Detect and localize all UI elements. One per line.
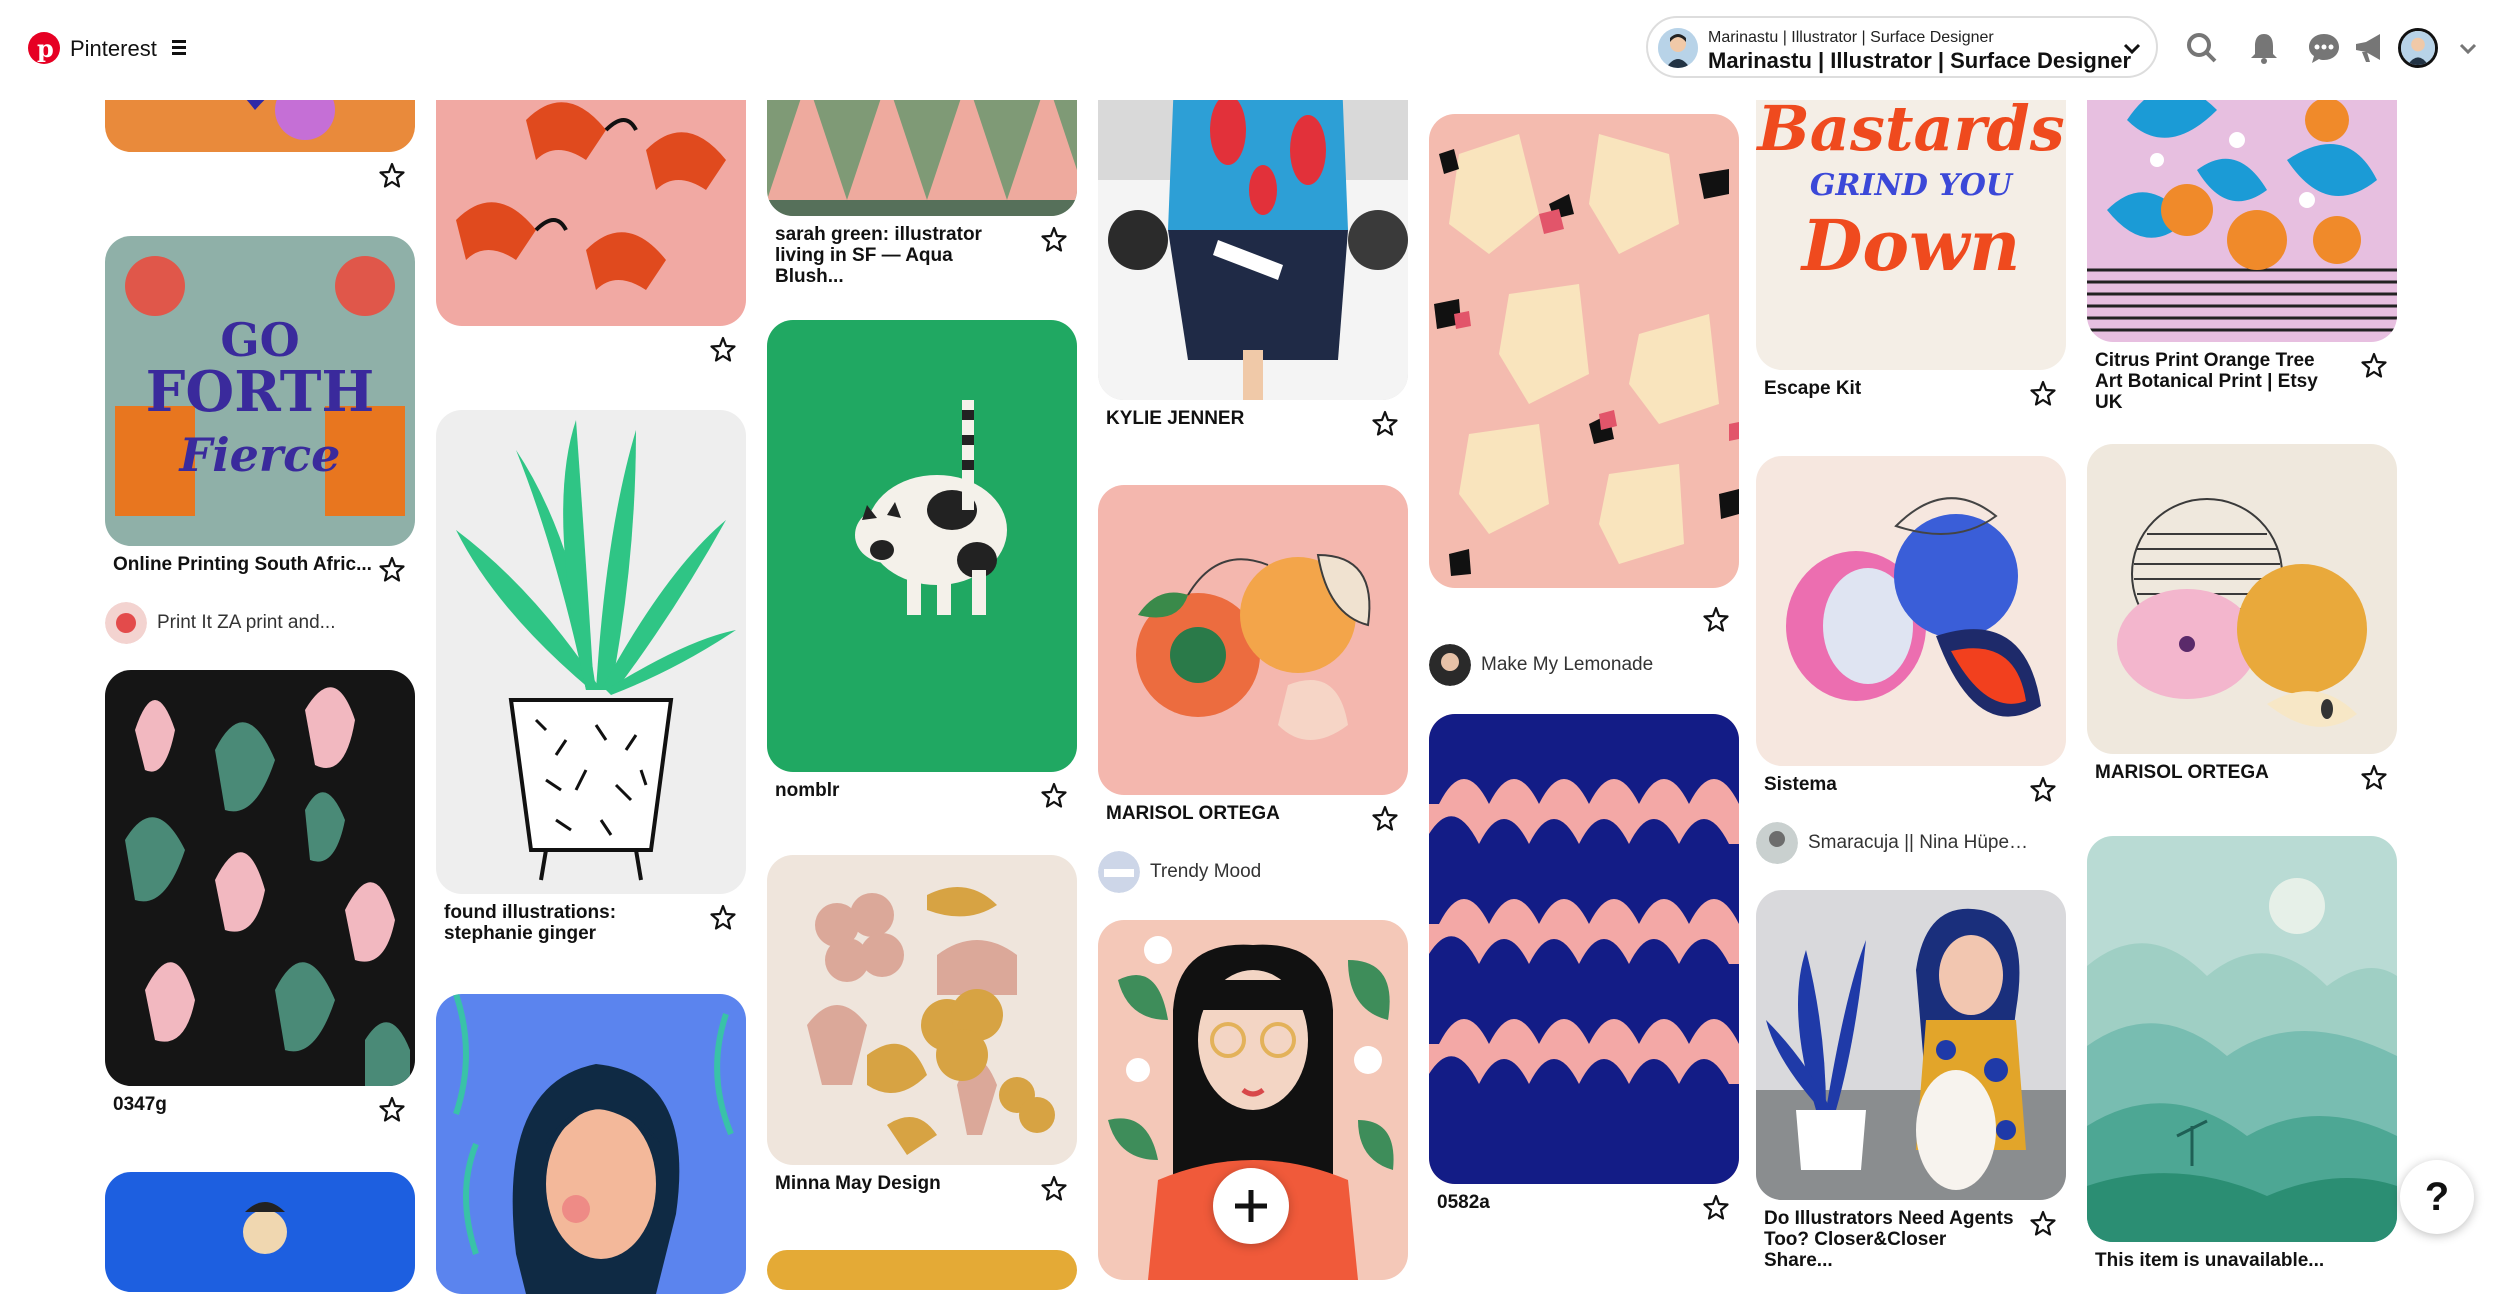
pin-card[interactable]: 0582a	[1429, 714, 1739, 1226]
pin-title[interactable]: sarah green: illustrator living in SF — …	[775, 224, 1025, 287]
source-name: Print It ZA print and...	[157, 612, 336, 633]
help-button[interactable]: ?	[2400, 1160, 2474, 1234]
pin-image[interactable]	[1756, 456, 2066, 766]
pin-image[interactable]: GO FORTH Fierce	[105, 236, 415, 546]
pin-card[interactable]	[436, 994, 746, 1294]
source-avatar	[1429, 644, 1471, 686]
svg-text:Down: Down	[1800, 204, 2021, 287]
pin-title[interactable]: This item is unavailable...	[2095, 1250, 2345, 1271]
pin-image[interactable]	[1429, 714, 1739, 1184]
chevron-down-icon[interactable]	[2458, 38, 2478, 58]
pin-title[interactable]: Sistema	[1764, 774, 2014, 795]
star-icon[interactable]	[2361, 352, 2387, 378]
megaphone-icon[interactable]	[2352, 30, 2388, 66]
pin-title[interactable]: Minna May Design	[775, 1173, 1025, 1194]
star-icon[interactable]	[1041, 782, 1067, 808]
menu-icon[interactable]	[172, 40, 186, 58]
pin-title[interactable]: Escape Kit	[1764, 378, 2014, 399]
avatar[interactable]	[2398, 28, 2438, 68]
star-icon[interactable]	[1372, 805, 1398, 831]
svg-text:p: p	[37, 34, 54, 63]
chat-icon[interactable]	[2306, 30, 2342, 66]
pin-image[interactable]	[767, 320, 1077, 772]
pin-title[interactable]: 0347g	[113, 1094, 363, 1115]
pin-card[interactable]: 0347g	[105, 670, 415, 1128]
source-name: Make My Lemonade	[1481, 654, 1654, 675]
star-icon[interactable]	[1041, 1175, 1067, 1201]
account-name: Marinastu | Illustrator | Surface Design…	[1708, 48, 2132, 73]
pin-source[interactable]: Print It ZA print and...	[105, 602, 415, 644]
pin-image[interactable]	[2087, 836, 2397, 1242]
star-icon[interactable]	[379, 1096, 405, 1122]
top-header: p Pinterest Marinastu | Illustrator | Su…	[0, 0, 2500, 100]
pin-card[interactable]: Minna May Design	[767, 855, 1077, 1207]
pin-image[interactable]	[2087, 444, 2397, 754]
bell-icon[interactable]	[2246, 30, 2282, 66]
pin-title[interactable]: Online Printing South Afric...	[113, 554, 372, 575]
pin-image[interactable]	[436, 994, 746, 1294]
star-icon[interactable]	[710, 336, 736, 362]
pinterest-logo-icon[interactable]: p	[28, 32, 60, 64]
plus-icon	[1235, 1190, 1267, 1222]
pin-title[interactable]: KYLIE JENNER	[1106, 408, 1356, 429]
source-name: Trendy Mood	[1150, 861, 1262, 882]
pin-card[interactable]: Sistema Smaracuja || Nina Hüpen-...	[1756, 456, 2066, 864]
pin-card[interactable]: nomblr	[767, 320, 1077, 814]
star-icon[interactable]	[379, 162, 405, 188]
pin-card[interactable]: MARISOL ORTEGA	[2087, 444, 2397, 796]
pin-image[interactable]	[436, 410, 746, 894]
pin-image[interactable]	[105, 670, 415, 1086]
star-icon[interactable]	[1703, 606, 1729, 632]
pin-title[interactable]: MARISOL ORTEGA	[2095, 762, 2345, 783]
pin-image[interactable]	[105, 1172, 415, 1292]
pin-image[interactable]	[767, 855, 1077, 1165]
pin-source[interactable]: Smaracuja || Nina Hüpen-...	[1756, 822, 2066, 864]
pin-title[interactable]: found illustrations: stephanie ginger	[444, 902, 694, 944]
chevron-down-icon[interactable]	[2122, 38, 2142, 58]
star-icon[interactable]	[2361, 764, 2387, 790]
account-subtitle: Marinastu | Illustrator | Surface Design…	[1708, 29, 1994, 46]
star-icon[interactable]	[2030, 776, 2056, 802]
star-icon[interactable]	[1372, 410, 1398, 436]
pin-card[interactable]: found illustrations: stephanie ginger	[436, 410, 746, 944]
pin-card[interactable]	[767, 1250, 1077, 1290]
search-icon[interactable]	[2184, 30, 2220, 66]
pin-image[interactable]	[1756, 890, 2066, 1200]
pin-card[interactable]: This item is unavailable...	[2087, 836, 2397, 1284]
pin-card[interactable]: MARISOL ORTEGA Trendy Mood	[1098, 485, 1408, 893]
pin-source[interactable]: Make My Lemonade	[1429, 644, 1739, 686]
source-avatar	[105, 602, 147, 644]
star-icon[interactable]	[379, 556, 405, 582]
pin-image[interactable]	[1429, 114, 1739, 588]
svg-text:Bastards: Bastards	[1756, 92, 2065, 165]
svg-text:GRIND YOU: GRIND YOU	[1810, 168, 2014, 203]
source-avatar	[1756, 822, 1798, 864]
source-name: Smaracuja || Nina Hüpen-...	[1808, 832, 2038, 853]
pin-card[interactable]	[105, 1172, 415, 1292]
pin-card[interactable]: Make My Lemonade	[1429, 114, 1739, 686]
pin-title[interactable]: MARISOL ORTEGA	[1106, 803, 1356, 824]
pin-title[interactable]: Do Illustrators Need Agents Too? Closer&…	[1764, 1208, 2014, 1271]
pin-image[interactable]	[767, 1250, 1077, 1290]
pin-card[interactable]: GO FORTH Fierce Online Printing South Afri…	[105, 236, 415, 644]
source-avatar	[1098, 851, 1140, 893]
svg-text:FORTH: FORTH	[146, 359, 375, 425]
pin-title[interactable]: nomblr	[775, 780, 1025, 801]
pin-source[interactable]: Trendy Mood	[1098, 851, 1408, 893]
pin-title[interactable]: 0582a	[1437, 1192, 1687, 1213]
star-icon[interactable]	[1041, 226, 1067, 252]
star-icon[interactable]	[710, 904, 736, 930]
add-pin-button[interactable]	[1213, 1168, 1289, 1244]
star-icon[interactable]	[1703, 1194, 1729, 1220]
brand-name[interactable]: Pinterest	[70, 36, 157, 62]
account-avatar	[1658, 28, 1698, 68]
pin-image[interactable]	[1098, 485, 1408, 795]
account-switcher[interactable]: Marinastu | Illustrator | Surface Design…	[1646, 16, 2158, 78]
star-icon[interactable]	[2030, 380, 2056, 406]
pin-title[interactable]: Citrus Print Orange Tree Art Botanical P…	[2095, 350, 2345, 413]
star-icon[interactable]	[2030, 1210, 2056, 1236]
svg-text:Fierce: Fierce	[178, 428, 341, 482]
pin-card[interactable]: Do Illustrators Need Agents Too? Closer&…	[1756, 890, 2066, 1271]
